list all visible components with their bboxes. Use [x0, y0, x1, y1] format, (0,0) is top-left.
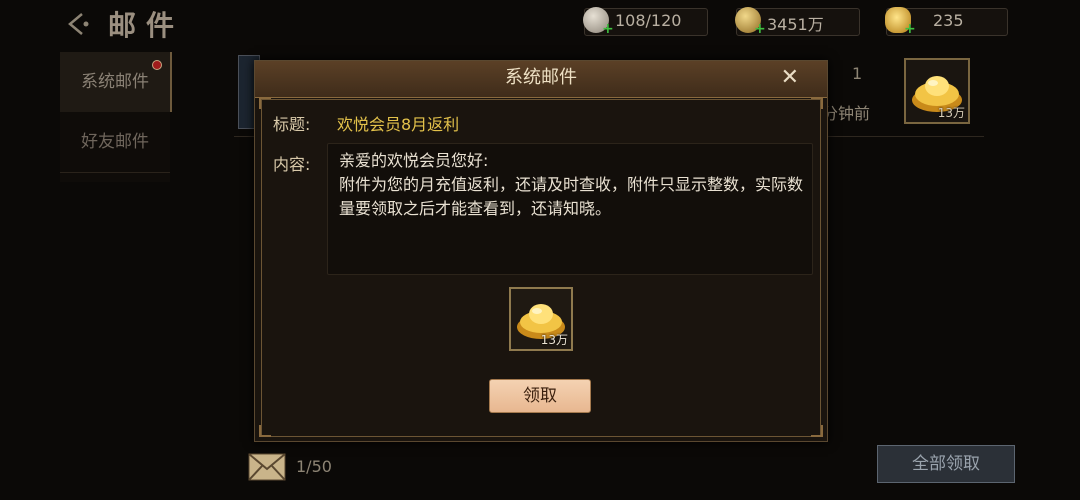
frame-corner: [259, 425, 271, 437]
resource-gold: + 235: [885, 7, 1008, 37]
claim-all-button[interactable]: 全部领取: [877, 445, 1015, 483]
dialog-header: 系统邮件 ✕: [255, 61, 827, 98]
resource-value: 108/120: [615, 11, 682, 30]
mail-subject: 欢悦会员8月返利: [337, 115, 460, 134]
divider: [60, 172, 170, 173]
sidebar-item-label: 系统邮件: [81, 72, 149, 92]
mail-dialog: 系统邮件 ✕ 标题: 欢悦会员8月返利 内容: 亲爱的欢悦会员您好: 附件为您的…: [254, 60, 828, 442]
plus-icon[interactable]: +: [754, 21, 766, 37]
sidebar-item-label: 好友邮件: [81, 132, 149, 152]
back-icon[interactable]: [64, 8, 96, 40]
mail-capacity: 1/50: [296, 457, 332, 476]
resource-coin: + 3451万: [735, 7, 860, 37]
plus-icon[interactable]: +: [904, 21, 916, 37]
resource-value: 235: [933, 11, 964, 30]
mail-time: 分钟前: [822, 104, 871, 123]
mail-content: 亲爱的欢悦会员您好: 附件为您的月充值返利，还请及时查收，附件只显示整数，实际数…: [339, 151, 804, 218]
envelope-icon: [248, 453, 286, 481]
item-quantity: 13万: [937, 106, 965, 120]
subject-label: 标题:: [273, 115, 311, 134]
frame-corner: [811, 97, 823, 109]
sidebar-item-system-mail[interactable]: 系统邮件: [60, 52, 172, 112]
sidebar-item-friend-mail[interactable]: 好友邮件: [60, 112, 170, 172]
content-label: 内容:: [273, 155, 311, 174]
mail-count: 1: [852, 64, 863, 83]
sidebar: 系统邮件 好友邮件: [60, 52, 172, 182]
attachment-item[interactable]: 13万: [509, 287, 573, 351]
dialog-title: 系统邮件: [505, 67, 577, 88]
notification-dot: [152, 60, 162, 70]
plus-icon[interactable]: +: [602, 21, 614, 37]
claim-button[interactable]: 领取: [489, 379, 591, 413]
close-icon[interactable]: ✕: [781, 63, 799, 93]
frame-corner: [259, 97, 271, 109]
resource-value: 3451万: [767, 15, 824, 34]
frame-corner: [811, 425, 823, 437]
page-title: 邮件: [108, 9, 185, 42]
resource-stone: + 108/120: [583, 7, 708, 37]
mail-attachment-item[interactable]: 13万: [904, 58, 970, 124]
attachment-quantity: 13万: [540, 333, 568, 347]
